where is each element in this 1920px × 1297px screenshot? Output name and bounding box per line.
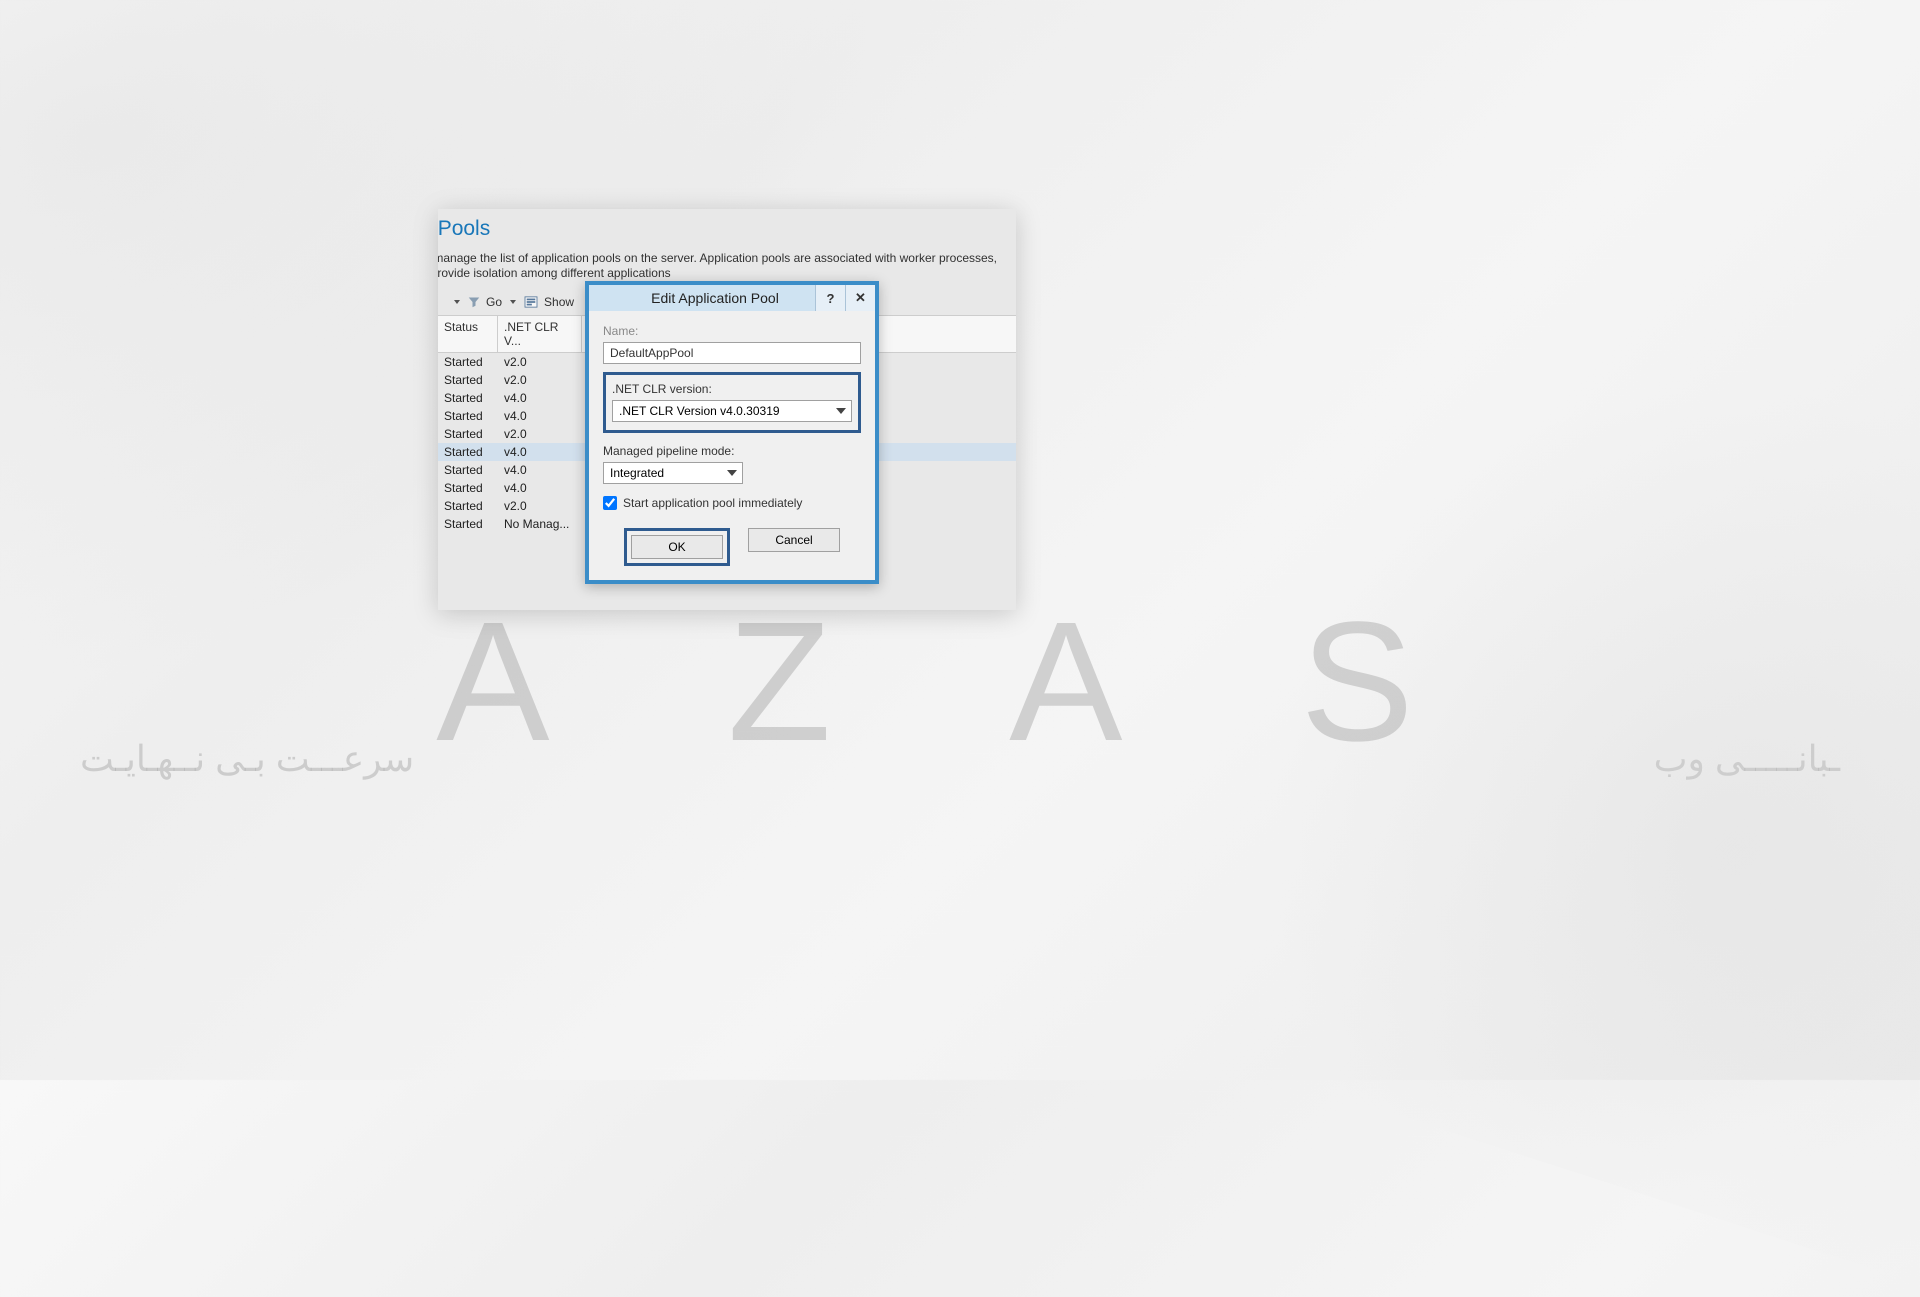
watermark-sub-right: ـبانـــــی وب (1654, 738, 1840, 780)
cell-status: Started (438, 461, 498, 479)
clr-version-label: .NET CLR version: (612, 382, 712, 396)
dialog-title: Edit Application Pool (589, 285, 815, 311)
start-immediately-checkbox[interactable] (603, 496, 617, 510)
cell-clr: v4.0 (498, 389, 582, 407)
cell-clr: v4.0 (498, 461, 582, 479)
help-icon: ? (827, 291, 835, 306)
ok-highlight-box: OK (624, 528, 730, 566)
cancel-button[interactable]: Cancel (748, 528, 840, 552)
ok-button[interactable]: OK (631, 535, 723, 559)
cell-status: Started (438, 497, 498, 515)
go-caret-icon (510, 300, 516, 304)
page-title: tion Pools (438, 209, 1016, 251)
col-status[interactable]: Status (438, 316, 498, 352)
cell-status: Started (438, 389, 498, 407)
watermark-subtext: سرعـــت بـی نــهـایـت ـبانـــــی وب (80, 738, 1840, 780)
clr-version-select[interactable]: .NET CLR Version v4.0.30319 (612, 400, 852, 422)
pipeline-mode-select[interactable]: Integrated (603, 462, 743, 484)
page-description: w and manage the list of application poo… (438, 251, 1016, 281)
cell-clr: v2.0 (498, 497, 582, 515)
cell-status: Started (438, 479, 498, 497)
close-button[interactable]: ✕ (845, 285, 875, 311)
dropdown-caret-icon (454, 300, 460, 304)
dialog-titlebar[interactable]: Edit Application Pool ? ✕ (589, 285, 875, 311)
cell-status: Started (438, 407, 498, 425)
cell-clr: v4.0 (498, 407, 582, 425)
name-label: Name: (603, 324, 638, 338)
start-immediately-label[interactable]: Start application pool immediately (623, 496, 802, 510)
cell-clr: v2.0 (498, 425, 582, 443)
cell-clr: No Manag... (498, 515, 582, 533)
edit-app-pool-dialog: Edit Application Pool ? ✕ Name: .NET CLR… (585, 281, 879, 584)
close-icon: ✕ (855, 290, 866, 306)
cell-status: Started (438, 353, 498, 371)
watermark-sub-left: سرعـــت بـی نــهـایـت (80, 738, 414, 780)
cell-clr: v4.0 (498, 443, 582, 461)
cell-clr: v4.0 (498, 479, 582, 497)
show-all-icon[interactable] (524, 296, 538, 308)
clr-version-group: .NET CLR version: .NET CLR Version v4.0.… (603, 372, 861, 433)
show-label: Show (544, 295, 574, 309)
watermark-text: A Z A S (0, 584, 1920, 780)
cell-status: Started (438, 371, 498, 389)
help-button[interactable]: ? (815, 285, 845, 311)
iis-screenshot: tion Pools w and manage the list of appl… (438, 209, 1016, 610)
go-label: Go (486, 295, 502, 309)
col-clr[interactable]: .NET CLR V... (498, 316, 582, 352)
pipeline-mode-label: Managed pipeline mode: (603, 444, 734, 458)
filter-icon[interactable] (468, 296, 480, 308)
name-field (603, 342, 861, 364)
cell-status: Started (438, 443, 498, 461)
cell-clr: v2.0 (498, 371, 582, 389)
cell-clr: v2.0 (498, 353, 582, 371)
cell-status: Started (438, 425, 498, 443)
cell-status: Started (438, 515, 498, 533)
